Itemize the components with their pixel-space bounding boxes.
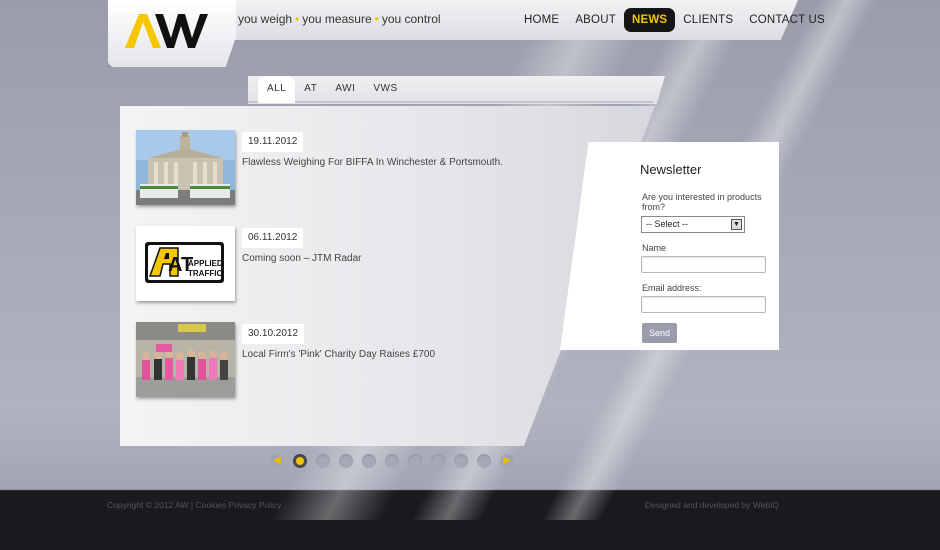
footer-copyright[interactable]: Copyright © 2012 AW | Cookies Privacy Po… — [107, 500, 281, 510]
news-date: 19.11.2012 — [242, 132, 304, 152]
news-headline[interactable]: Flawless Weighing For BIFFA In Wincheste… — [242, 157, 503, 168]
pager-dot[interactable] — [454, 454, 468, 468]
slider-pager: ◀ ▶ — [270, 454, 514, 468]
newsletter-title: Newsletter — [640, 162, 702, 177]
tab-awi[interactable]: AWI — [326, 76, 364, 103]
nav-home[interactable]: HOME — [516, 8, 567, 32]
nav-clients[interactable]: CLIENTS — [675, 8, 741, 32]
aw-logo[interactable] — [125, 12, 215, 50]
tagline-measure: you measure — [302, 12, 372, 26]
footer-credit[interactable]: Designed and developed by WebIQ — [645, 500, 779, 510]
name-field[interactable] — [641, 256, 766, 273]
tab-vws[interactable]: VWS — [364, 76, 406, 103]
nav-news[interactable]: NEWS — [623, 8, 676, 32]
products-select[interactable]: -- Select -- ▼ — [641, 216, 745, 233]
email-field[interactable] — [641, 296, 766, 313]
news-item: 30.10.2012 Local Firm's 'Pink' Charity D… — [136, 322, 556, 398]
tagline-weigh: you weigh — [238, 12, 293, 26]
pager-dot[interactable] — [477, 454, 491, 468]
pink-charity-group-photo[interactable] — [136, 322, 235, 397]
pager-dot[interactable] — [408, 454, 422, 468]
tagline-separator: • — [295, 12, 300, 26]
name-label: Name — [642, 243, 667, 253]
nav-about[interactable]: ABOUT — [567, 8, 624, 32]
send-button[interactable]: Send — [642, 323, 677, 343]
newsletter-question: Are you interested in products from? — [642, 192, 762, 212]
nav-contact-us[interactable]: CONTACT US — [741, 8, 833, 32]
town-hall-trucks-photo[interactable] — [136, 130, 235, 205]
tagline: you weigh • you measure • you control — [238, 12, 441, 26]
pager-dot[interactable] — [316, 454, 330, 468]
news-item: 19.11.2012 Flawless Weighing For BIFFA I… — [136, 130, 556, 206]
tab-all[interactable]: ALL — [258, 76, 296, 103]
at-logo-line-1: APPLIED — [188, 259, 223, 268]
prev-arrow-icon[interactable]: ◀ — [270, 454, 284, 468]
tagline-separator: • — [374, 12, 379, 26]
news-item: AT APPLIED TRAFFIC 06.11.2012 Coming soo… — [136, 226, 556, 302]
next-arrow-icon[interactable]: ▶ — [500, 454, 514, 468]
pager-dot[interactable] — [362, 454, 376, 468]
pager-dot[interactable] — [431, 454, 445, 468]
main-nav: HOME ABOUT NEWS CLIENTS CONTACT US — [516, 8, 833, 32]
pager-dot[interactable] — [293, 454, 307, 468]
products-select-value: -- Select -- — [646, 219, 689, 229]
tagline-control: you control — [381, 12, 441, 26]
news-headline[interactable]: Coming soon – JTM Radar — [242, 253, 362, 264]
at-logo-line-2: TRAFFIC — [188, 269, 222, 278]
news-headline[interactable]: Local Firm's 'Pink' Charity Day Raises £… — [242, 349, 435, 360]
pager-dot[interactable] — [339, 454, 353, 468]
applied-traffic-logo[interactable]: AT APPLIED TRAFFIC — [136, 226, 235, 301]
chevron-down-icon: ▼ — [731, 219, 742, 230]
tab-at[interactable]: AT — [295, 76, 326, 103]
news-date: 30.10.2012 — [242, 324, 305, 344]
email-label: Email address: — [642, 283, 702, 293]
pager-dot[interactable] — [385, 454, 399, 468]
news-date: 06.11.2012 — [242, 228, 304, 248]
news-tabs: ALL AT AWI VWS — [258, 76, 407, 103]
